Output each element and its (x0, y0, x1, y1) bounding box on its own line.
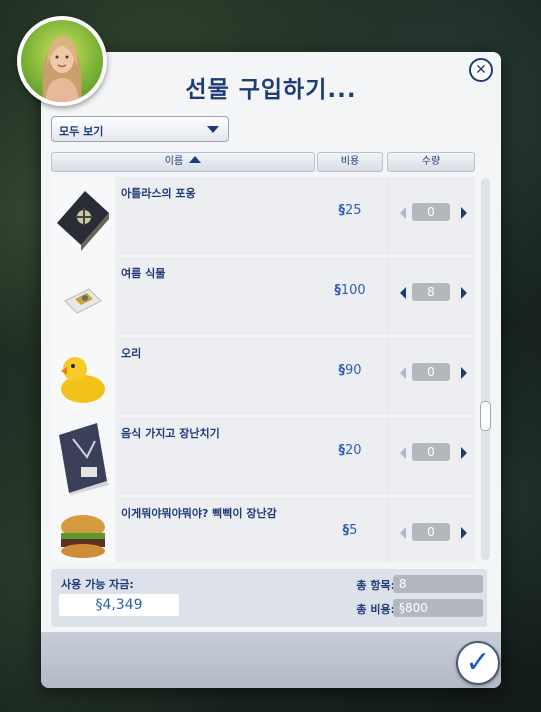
item-thumbnail-plant-packet (51, 257, 115, 335)
gift-list: 아틀라스의 포옹 §25 0 여름 식물 §100 8 오리 §90 0 음식 … (51, 177, 475, 562)
item-price: §25 (338, 203, 362, 218)
sort-ascending-icon (189, 156, 202, 163)
decrease-quantity-icon[interactable] (400, 207, 406, 219)
decrease-quantity-icon[interactable] (400, 527, 406, 539)
summary-panel: 사용 가능 자금: §4,349 총 항목: 8 총 비용: §800 (51, 569, 487, 627)
scrollbar-thumb[interactable] (480, 401, 491, 431)
item-thumbnail-burger-toy (51, 497, 115, 562)
total-cost-label: 총 비용: (356, 603, 395, 616)
total-items-label: 총 항목: (356, 579, 395, 592)
sim-avatar (17, 16, 107, 106)
filter-dropdown[interactable]: 모두 보기 (51, 116, 229, 142)
quantity-value: 0 (412, 523, 450, 541)
available-funds-label: 사용 가능 자금: (61, 578, 134, 591)
close-button[interactable]: ✕ (469, 58, 493, 82)
quantity-stepper: 8 (387, 257, 475, 335)
quantity-stepper: 0 (387, 417, 475, 495)
close-icon: ✕ (475, 62, 487, 78)
list-item[interactable]: 이게뭐야뭐야뭐야? 삑삑이 장난감 §5 0 (51, 497, 475, 562)
decrease-quantity-icon[interactable] (400, 287, 406, 299)
increase-quantity-icon[interactable] (461, 207, 467, 219)
item-name: 이게뭐야뭐야뭐야? 삑삑이 장난감 (121, 507, 277, 520)
decrease-quantity-icon[interactable] (400, 367, 406, 379)
checkmark-icon: ✓ (465, 645, 491, 680)
quantity-value: 8 (412, 283, 450, 301)
increase-quantity-icon[interactable] (461, 287, 467, 299)
item-thumbnail-book (51, 177, 115, 255)
chevron-down-icon (207, 126, 219, 133)
dialog-footer (41, 632, 501, 688)
item-name: 음식 가지고 장난치기 (121, 427, 220, 440)
list-item[interactable]: 여름 식물 §100 8 (51, 257, 475, 335)
filter-selected-label: 모두 보기 (59, 125, 104, 138)
item-price: §20 (338, 443, 362, 458)
list-item[interactable]: 오리 §90 0 (51, 337, 475, 415)
item-name: 아틀라스의 포옹 (121, 187, 196, 200)
total-cost-value: §800 (393, 599, 483, 617)
column-header-quantity[interactable]: 수량 (387, 152, 475, 172)
list-item[interactable]: 음식 가지고 장난치기 §20 0 (51, 417, 475, 495)
quantity-value: 0 (412, 203, 450, 221)
confirm-button[interactable]: ✓ (456, 641, 500, 685)
decrease-quantity-icon[interactable] (400, 447, 406, 459)
item-name: 여름 식물 (121, 267, 166, 280)
item-price: §90 (338, 363, 362, 378)
column-header-cost[interactable]: 비용 (317, 152, 383, 172)
column-header-name[interactable]: 이름 (51, 152, 315, 172)
dialog-title: 선물 구입하기... (185, 77, 357, 103)
increase-quantity-icon[interactable] (461, 527, 467, 539)
list-item[interactable]: 아틀라스의 포옹 §25 0 (51, 177, 475, 255)
increase-quantity-icon[interactable] (461, 447, 467, 459)
item-thumbnail-rubber-duck (51, 337, 115, 415)
item-price: §5 (342, 523, 358, 538)
quantity-stepper: 0 (387, 497, 475, 562)
available-funds-value: §4,349 (59, 594, 179, 616)
quantity-value: 0 (412, 363, 450, 381)
total-items-value: 8 (393, 575, 483, 593)
item-price: §100 (334, 283, 366, 298)
item-name: 오리 (121, 347, 142, 360)
quantity-stepper: 0 (387, 337, 475, 415)
quantity-value: 0 (412, 443, 450, 461)
quantity-stepper: 0 (387, 177, 475, 255)
item-thumbnail-book (51, 417, 115, 495)
buy-gift-dialog: 선물 구입하기... ✕ 모두 보기 이름 비용 수량 아틀라스의 포옹 §25 (41, 52, 501, 688)
list-scrollbar[interactable] (480, 178, 491, 560)
increase-quantity-icon[interactable] (461, 367, 467, 379)
